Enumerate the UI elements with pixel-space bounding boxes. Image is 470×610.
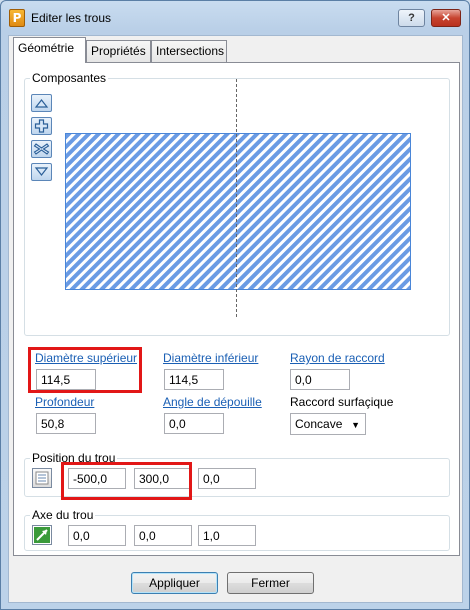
composantes-title: Composantes	[30, 71, 109, 85]
axis-arrow-icon	[34, 527, 50, 543]
raccord-surfacique-value: Concave	[295, 417, 343, 431]
rayon-de-raccord-input[interactable]: 0,0	[290, 369, 350, 390]
delete-button[interactable]	[31, 140, 52, 158]
raccord-surfacique-select[interactable]: Concave ▼	[290, 413, 366, 435]
profondeur-input[interactable]: 50,8	[36, 413, 96, 434]
axe-z-input[interactable]: 1,0	[198, 525, 256, 546]
axis-picker-button[interactable]	[32, 525, 52, 545]
coordinates-list-icon	[35, 471, 49, 485]
dialog-client: Géométrie Propriétés Intersections Compo…	[8, 35, 463, 603]
hole-profile-preview	[65, 133, 411, 290]
angle-de-depouille-label[interactable]: Angle de dépouille	[163, 395, 262, 409]
axe-x-input[interactable]: 0,0	[68, 525, 126, 546]
move-down-button[interactable]	[31, 163, 52, 181]
axe-title: Axe du trou	[30, 508, 96, 522]
move-up-button[interactable]	[31, 94, 52, 112]
tab-proprietes[interactable]: Propriétés	[86, 40, 151, 62]
tab-panel-geometrie: Composantes Diamètre supérieur 114,5 Dia…	[13, 62, 460, 556]
app-icon: P	[9, 9, 25, 27]
axis-dashed-line	[236, 79, 237, 317]
rayon-de-raccord-label[interactable]: Rayon de raccord	[290, 351, 385, 365]
delete-icon	[33, 143, 50, 155]
axe-y-input[interactable]: 0,0	[134, 525, 192, 546]
raccord-surfacique-label: Raccord surfaçique	[290, 395, 394, 409]
profondeur-label[interactable]: Profondeur	[35, 395, 94, 409]
triangle-up-icon	[34, 99, 49, 108]
diametre-inferieur-label[interactable]: Diamètre inférieur	[163, 351, 258, 365]
position-picker-button[interactable]	[32, 468, 52, 488]
help-button[interactable]: ?	[398, 9, 425, 27]
highlight-diametre-superieur	[28, 347, 142, 393]
add-icon	[34, 119, 49, 133]
add-button[interactable]	[31, 117, 52, 135]
position-z-input[interactable]: 0,0	[198, 468, 256, 489]
close-window-button[interactable]: ✕	[431, 9, 461, 27]
dropdown-arrow-icon: ▼	[351, 420, 360, 430]
dialog-window: P Editer les trous ? ✕ Géométrie Proprié…	[0, 0, 470, 610]
apply-button[interactable]: Appliquer	[131, 572, 218, 594]
title-bar[interactable]: P Editer les trous ? ✕	[1, 1, 469, 37]
diametre-inferieur-input[interactable]: 114,5	[164, 369, 224, 390]
tab-intersections[interactable]: Intersections	[151, 40, 227, 62]
window-title: Editer les trous	[31, 11, 112, 25]
tab-label: Géométrie	[18, 41, 75, 55]
close-button[interactable]: Fermer	[227, 572, 314, 594]
axe-group: Axe du trou 0,0 0,0 1,0	[24, 508, 450, 551]
triangle-down-icon	[34, 167, 49, 176]
highlight-position-xy	[61, 462, 192, 500]
tab-label: Propriétés	[91, 44, 146, 58]
tab-label: Intersections	[156, 44, 225, 58]
tab-geometrie[interactable]: Géométrie	[13, 37, 86, 63]
angle-de-depouille-input[interactable]: 0,0	[164, 413, 224, 434]
hatched-profile	[66, 134, 410, 289]
composantes-group: Composantes	[24, 71, 450, 336]
